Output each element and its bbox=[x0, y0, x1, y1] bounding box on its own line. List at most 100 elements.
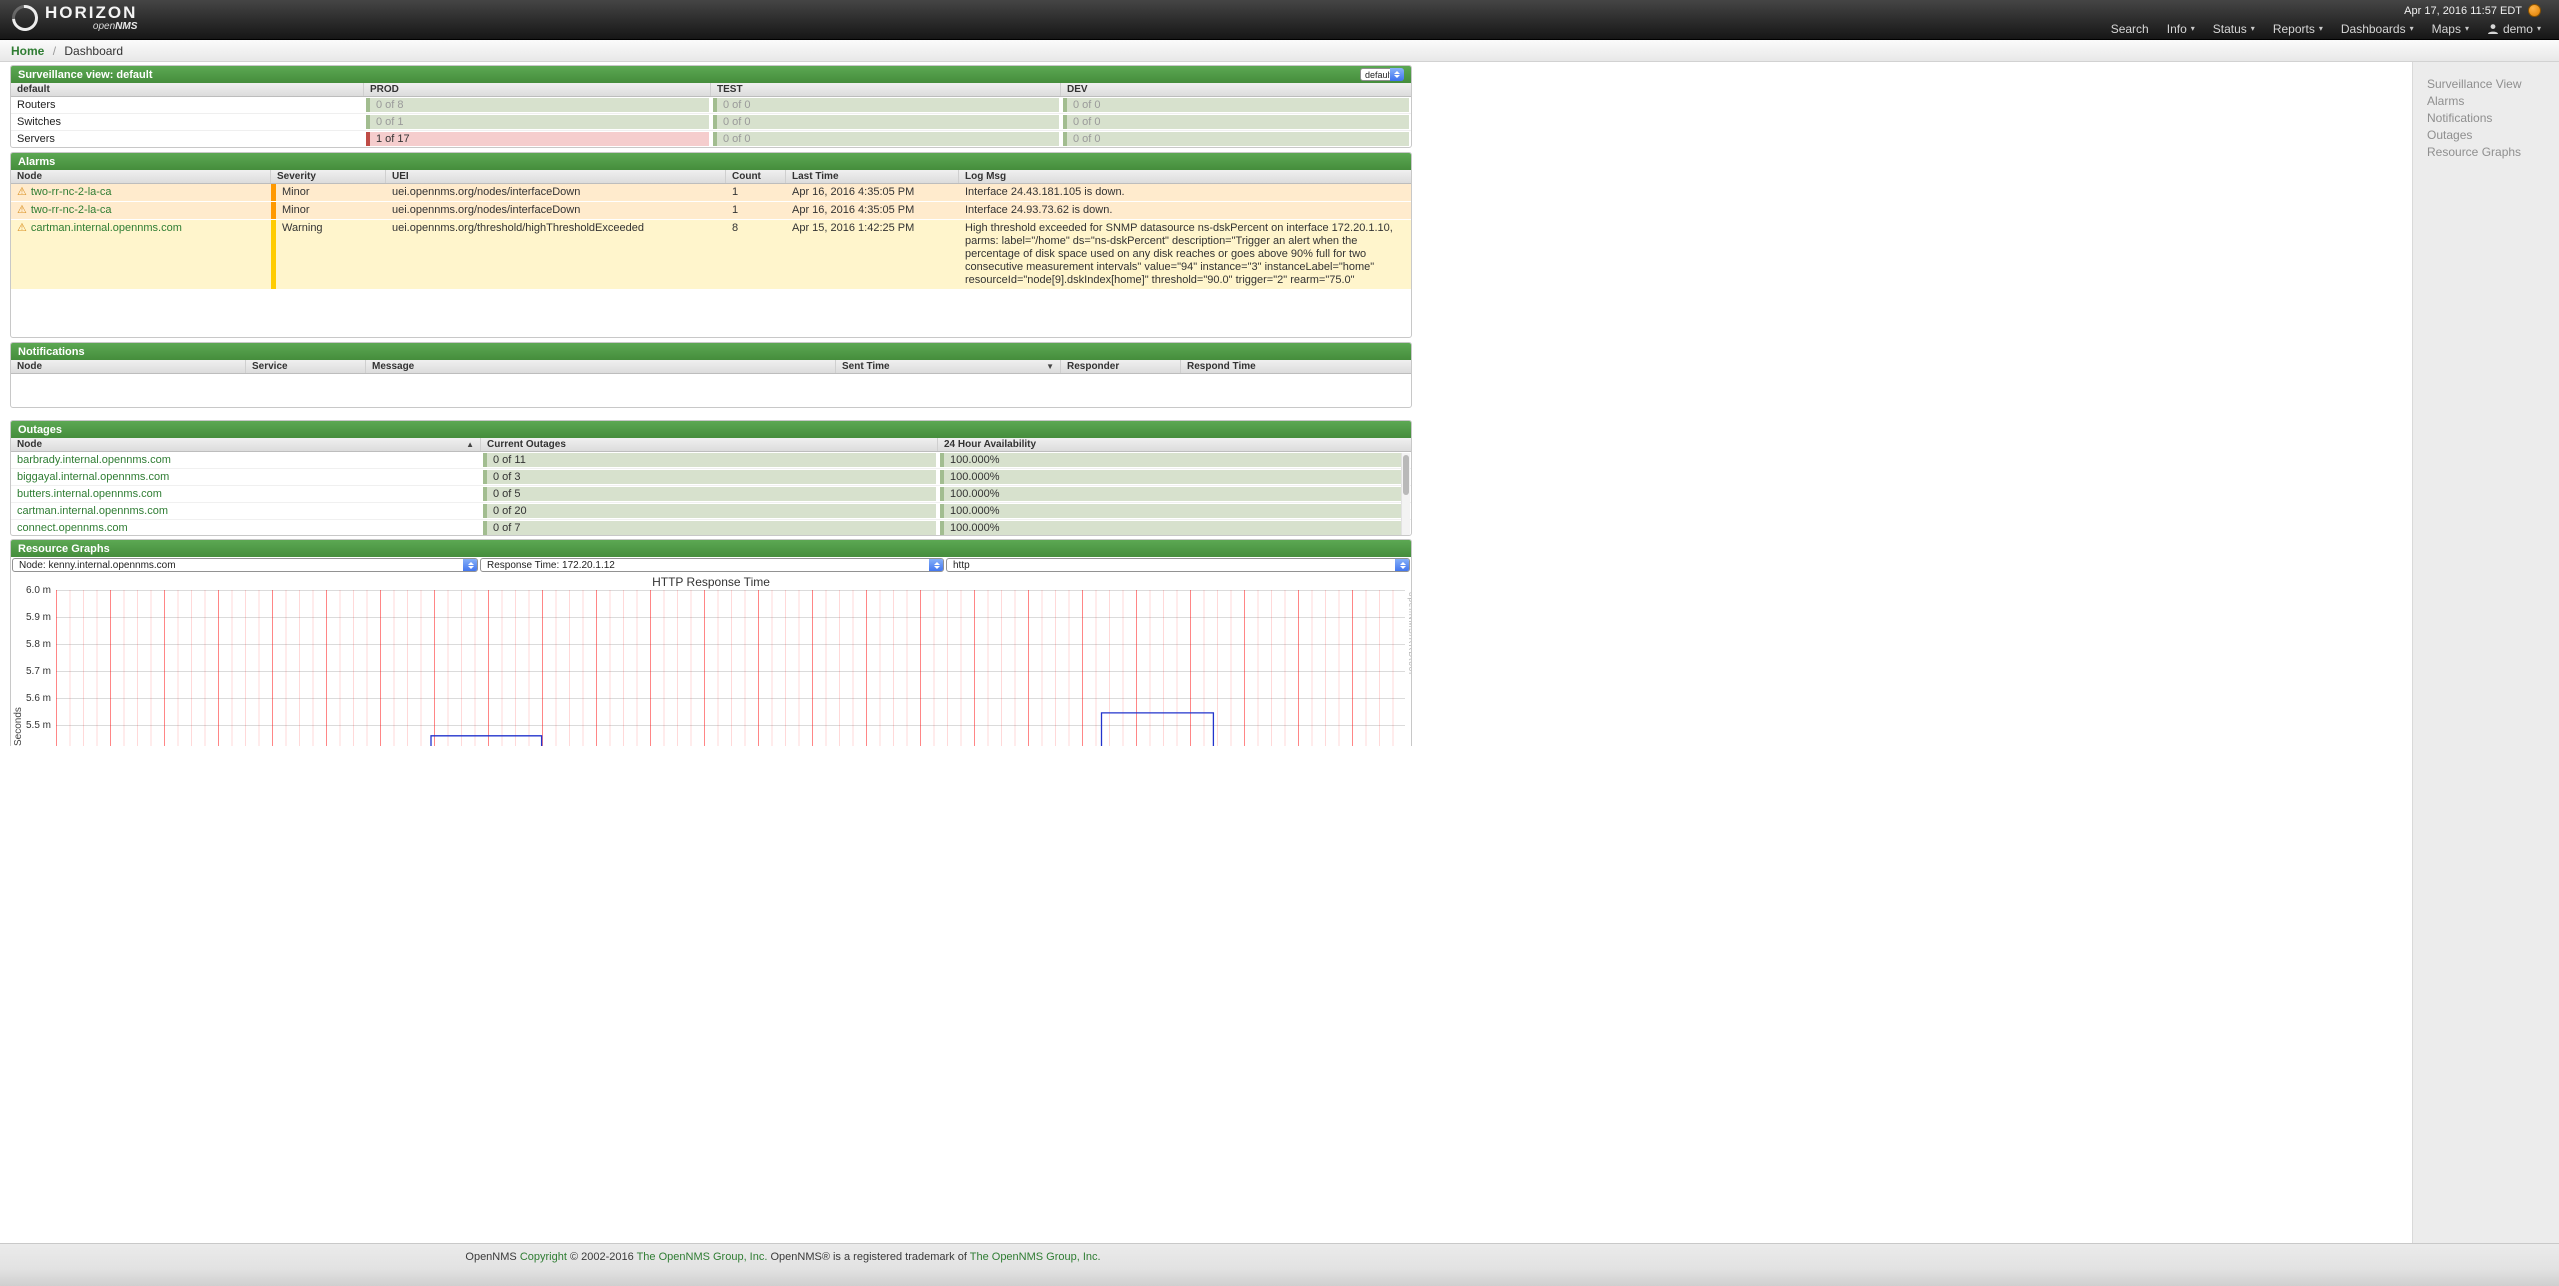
surveillance-status-cell[interactable]: 0 of 1 bbox=[366, 115, 709, 129]
chart-watermark: openNMS/RRDtool bbox=[1407, 592, 1412, 702]
outage-node-link[interactable]: connect.opennms.com bbox=[17, 522, 128, 534]
alarm-node-link[interactable]: two-rr-nc-2-la-ca bbox=[31, 204, 112, 216]
outages-col-availability[interactable]: 24 Hour Availability bbox=[938, 438, 1411, 451]
y-axis-tick-label: 5.9 m bbox=[11, 612, 51, 623]
sidebar-item-outages[interactable]: Outages bbox=[2427, 127, 2559, 144]
top-navbar: HORIZON openNMS Apr 17, 2016 11:57 EDT S… bbox=[0, 0, 2559, 40]
y-axis-tick-label: 6.0 m bbox=[11, 585, 51, 596]
y-axis-label: Seconds bbox=[13, 686, 24, 746]
sidebar-item-alarms[interactable]: Alarms bbox=[2427, 93, 2559, 110]
footer-opennms-group-link-2[interactable]: The OpenNMS Group, Inc. bbox=[970, 1251, 1101, 1263]
chart-plot-area bbox=[56, 590, 1405, 746]
surveillance-row: Servers 1 of 17 0 of 0 0 of 0 bbox=[11, 131, 1411, 148]
sidebar-item-surveillance-view[interactable]: Surveillance View bbox=[2427, 76, 2559, 93]
surveillance-view-select[interactable]: default bbox=[1360, 68, 1404, 81]
section-sidebar: Surveillance View Alarms Notifications O… bbox=[2412, 62, 2559, 1243]
notifications-col-responder[interactable]: Responder bbox=[1061, 360, 1181, 373]
page-footer: OpenNMS Copyright © 2002-2016 The OpenNM… bbox=[0, 1243, 2559, 1286]
notifications-col-node[interactable]: Node bbox=[11, 360, 246, 373]
warning-icon: ⚠ bbox=[17, 222, 27, 234]
alarm-log-msg: Interface 24.93.73.62 is down. bbox=[959, 202, 1411, 219]
surveillance-table-header: default PROD TEST DEV bbox=[11, 83, 1411, 97]
footer-copyright-link[interactable]: Copyright bbox=[520, 1251, 567, 1263]
outages-col-node[interactable]: Node ▲ bbox=[11, 438, 481, 451]
outage-node-link[interactable]: cartman.internal.opennms.com bbox=[17, 505, 168, 517]
notifications-col-respond-time[interactable]: Respond Time bbox=[1181, 360, 1411, 373]
alarm-uei: uei.opennms.org/nodes/interfaceDown bbox=[386, 184, 726, 201]
surveillance-status-cell[interactable]: 0 of 8 bbox=[366, 98, 709, 112]
resource-graph-selectors: Node: kenny.internal.opennms.com Respons… bbox=[11, 557, 1411, 573]
footer-opennms-group-link[interactable]: The OpenNMS Group, Inc. bbox=[637, 1251, 768, 1263]
alarm-row: ⚠ cartman.internal.opennms.com Warning u… bbox=[11, 220, 1411, 290]
http-response-time-chart: 6.0 m 5.9 m 5.8 m 5.7 m 5.6 m 5.5 m Seco… bbox=[11, 590, 1411, 746]
alarm-log-msg: High threshold exceeded for SNMP datasou… bbox=[959, 220, 1411, 289]
scrollbar-thumb[interactable] bbox=[1403, 455, 1409, 495]
nav-search[interactable]: Search bbox=[2111, 22, 2149, 36]
alarms-col-node: Node bbox=[11, 170, 271, 183]
caret-down-icon: ▾ bbox=[2251, 25, 2255, 33]
surveillance-status-cell[interactable]: 0 of 0 bbox=[1063, 132, 1409, 146]
outages-table-header: Node ▲ Current Outages 24 Hour Availabil… bbox=[11, 438, 1411, 452]
sidebar-item-resource-graphs[interactable]: Resource Graphs bbox=[2427, 144, 2559, 161]
alarm-status-icon[interactable] bbox=[2528, 4, 2541, 17]
outage-availability-cell: 100.000% bbox=[940, 487, 1409, 501]
alarms-title: Alarms bbox=[18, 156, 55, 168]
alarms-panel: Alarms Node Severity UEI Count Last Time… bbox=[10, 152, 1412, 338]
dropdown-arrows-icon bbox=[1395, 558, 1410, 572]
notifications-panel-header: Notifications bbox=[11, 343, 1411, 360]
outage-current-cell: 0 of 7 bbox=[483, 521, 936, 535]
main-nav: Search Info▾ Status▾ Reports▾ Dashboards… bbox=[2111, 22, 2541, 36]
outage-availability-cell: 100.000% bbox=[940, 504, 1409, 518]
surveillance-panel-header: Surveillance view: default default bbox=[11, 66, 1411, 83]
surveillance-col-default: default bbox=[11, 83, 364, 96]
logo-subtitle: openNMS bbox=[45, 22, 137, 32]
nav-status[interactable]: Status▾ bbox=[2213, 22, 2255, 36]
dropdown-arrows-icon bbox=[929, 558, 944, 572]
alarm-severity: Minor bbox=[271, 202, 386, 219]
notifications-col-service[interactable]: Service bbox=[246, 360, 366, 373]
notifications-col-message[interactable]: Message bbox=[366, 360, 836, 373]
notifications-title: Notifications bbox=[18, 346, 85, 358]
chart-line-svg bbox=[56, 590, 1405, 746]
outage-current-cell: 0 of 5 bbox=[483, 487, 936, 501]
surveillance-status-cell[interactable]: 0 of 0 bbox=[713, 115, 1059, 129]
nav-maps[interactable]: Maps▾ bbox=[2432, 22, 2469, 36]
surveillance-status-cell[interactable]: 0 of 0 bbox=[1063, 115, 1409, 129]
alarms-col-last-time: Last Time bbox=[786, 170, 959, 183]
sidebar-item-notifications[interactable]: Notifications bbox=[2427, 110, 2559, 127]
alarm-node-link[interactable]: two-rr-nc-2-la-ca bbox=[31, 186, 112, 198]
graph-resource-select[interactable]: Response Time: 172.20.1.12 bbox=[480, 558, 944, 572]
y-axis-tick-label: 5.8 m bbox=[11, 639, 51, 650]
graph-report-select[interactable]: http bbox=[946, 558, 1410, 572]
caret-down-icon: ▾ bbox=[2410, 25, 2414, 33]
nav-user-menu[interactable]: demo ▾ bbox=[2487, 22, 2541, 36]
nav-dashboards[interactable]: Dashboards▾ bbox=[2341, 22, 2414, 36]
opennms-horizon-logo[interactable]: HORIZON openNMS bbox=[12, 4, 137, 32]
horizon-logo-icon bbox=[7, 0, 44, 36]
surveillance-status-cell[interactable]: 0 of 0 bbox=[1063, 98, 1409, 112]
breadcrumb-home-link[interactable]: Home bbox=[11, 44, 44, 58]
alarm-count: 1 bbox=[726, 202, 786, 219]
notifications-col-sent-time[interactable]: Sent Time ▼ bbox=[836, 360, 1061, 373]
y-axis-tick-label: 5.7 m bbox=[11, 666, 51, 677]
outage-node-link[interactable]: barbrady.internal.opennms.com bbox=[17, 454, 171, 466]
graph-node-select[interactable]: Node: kenny.internal.opennms.com bbox=[12, 558, 478, 572]
user-icon bbox=[2487, 23, 2499, 35]
alarm-node-link[interactable]: cartman.internal.opennms.com bbox=[31, 222, 182, 234]
outage-node-link[interactable]: butters.internal.opennms.com bbox=[17, 488, 162, 500]
surveillance-status-cell[interactable]: 0 of 0 bbox=[713, 98, 1059, 112]
alarm-row: ⚠ two-rr-nc-2-la-ca Minor uei.opennms.or… bbox=[11, 202, 1411, 220]
surveillance-status-cell-critical[interactable]: 1 of 17 bbox=[366, 132, 709, 146]
surveillance-row-label: Switches bbox=[11, 114, 364, 130]
alarms-panel-header: Alarms bbox=[11, 153, 1411, 170]
alarm-uei: uei.opennms.org/threshold/highThresholdE… bbox=[386, 220, 726, 289]
alarm-last-time: Apr 16, 2016 4:35:05 PM bbox=[786, 184, 959, 201]
alarm-severity: Minor bbox=[271, 184, 386, 201]
breadcrumb: Home / Dashboard bbox=[0, 40, 2559, 62]
outages-col-current[interactable]: Current Outages bbox=[481, 438, 938, 451]
nav-info[interactable]: Info▾ bbox=[2167, 22, 2195, 36]
outage-row: connect.opennms.com 0 of 7 100.000% bbox=[11, 520, 1411, 536]
surveillance-status-cell[interactable]: 0 of 0 bbox=[713, 132, 1059, 146]
outage-node-link[interactable]: biggayal.internal.opennms.com bbox=[17, 471, 169, 483]
nav-reports[interactable]: Reports▾ bbox=[2273, 22, 2323, 36]
